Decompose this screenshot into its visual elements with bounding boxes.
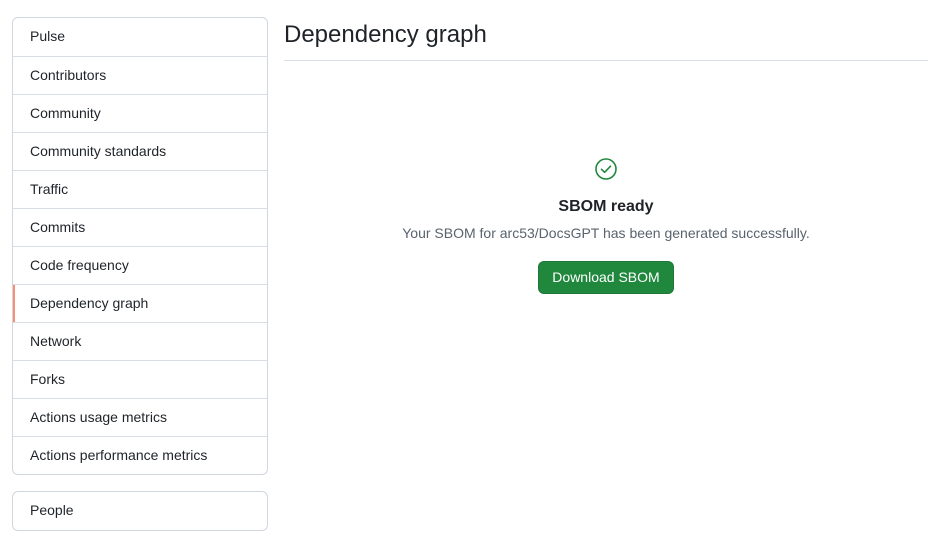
sidebar-item-contributors[interactable]: Contributors [13,56,267,94]
sidebar-item-pulse[interactable]: Pulse [13,18,267,56]
status-title: SBOM ready [558,198,654,215]
page-title: Dependency graph [284,17,928,61]
people-menu: People [12,491,268,531]
sidebar-item-people[interactable]: People [13,492,267,530]
insights-menu: Pulse Contributors Community Community s… [12,17,268,475]
download-sbom-button[interactable]: Download SBOM [538,261,674,294]
sbom-status-panel: SBOM ready Your SBOM for arc53/DocsGPT h… [284,157,928,294]
sidebar-item-actions-performance-metrics[interactable]: Actions performance metrics [13,436,267,474]
check-circle-icon [594,157,618,181]
sidebar-item-traffic[interactable]: Traffic [13,170,267,208]
sidebar-item-code-frequency[interactable]: Code frequency [13,246,267,284]
insights-sidebar: Pulse Contributors Community Community s… [12,17,268,531]
sidebar-item-community-standards[interactable]: Community standards [13,132,267,170]
sidebar-item-commits[interactable]: Commits [13,208,267,246]
sidebar-item-forks[interactable]: Forks [13,360,267,398]
status-description: Your SBOM for arc53/DocsGPT has been gen… [402,225,810,241]
sidebar-item-actions-usage-metrics[interactable]: Actions usage metrics [13,398,267,436]
main-content: Dependency graph SBOM ready Your SBOM fo… [284,17,928,294]
sidebar-item-dependency-graph[interactable]: Dependency graph [13,284,267,322]
sidebar-item-community[interactable]: Community [13,94,267,132]
sidebar-item-network[interactable]: Network [13,322,267,360]
